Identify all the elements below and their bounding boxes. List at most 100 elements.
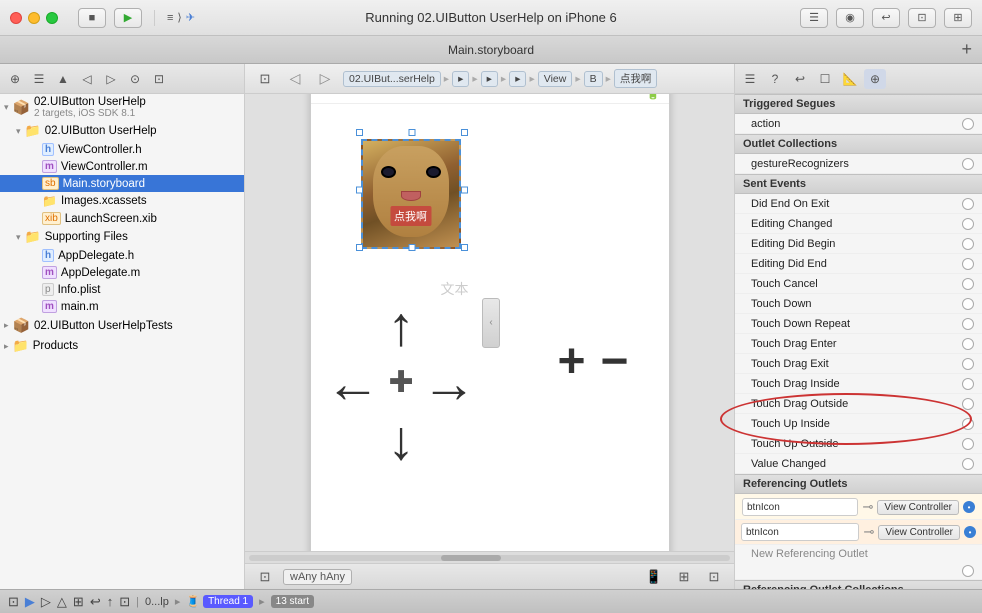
event-circle[interactable] <box>962 458 974 470</box>
attributes-inspector-button[interactable]: ☐ <box>814 69 836 89</box>
horizontal-scrollbar[interactable] <box>245 551 734 563</box>
nav-b[interactable]: B <box>584 71 603 87</box>
scrollbar-thumb[interactable] <box>441 555 501 561</box>
event-circle[interactable] <box>962 238 974 250</box>
layout-button-5[interactable]: ⊞ <box>944 8 972 28</box>
file-inspector-button[interactable]: ☰ <box>739 69 761 89</box>
tree-item-supporting-files[interactable]: 📁 Supporting Files <box>0 227 244 247</box>
status-icon-frame[interactable]: ⊡ <box>8 594 19 610</box>
text-placeholder[interactable]: 文本 <box>441 279 469 299</box>
referencing-outlets-header: Referencing Outlets <box>735 474 982 494</box>
minimize-button[interactable] <box>28 12 40 24</box>
device-tool[interactable]: 📱 <box>642 567 666 587</box>
event-circle[interactable] <box>962 418 974 430</box>
tree-item-infoplist[interactable]: p Info.plist <box>0 281 244 298</box>
run-button[interactable]: ▶ <box>114 8 142 28</box>
frame-tool[interactable]: ⊡ <box>253 567 277 587</box>
add-tab-button[interactable]: + <box>961 39 972 60</box>
status-icon-up[interactable]: ↑ <box>107 594 114 609</box>
connections-inspector-button[interactable]: ⊕ <box>864 69 886 89</box>
event-circle[interactable] <box>962 338 974 350</box>
tree-item-project[interactable]: 📦 02.UIButton UserHelp 2 targets, iOS SD… <box>0 94 244 121</box>
event-circle[interactable] <box>962 358 974 370</box>
status-icon-back[interactable]: ↩ <box>90 594 101 610</box>
diff-button[interactable]: ▷ <box>100 69 122 89</box>
sort-button[interactable]: ☰ <box>28 69 50 89</box>
stop-button[interactable]: ■ <box>78 8 106 28</box>
nav-3[interactable]: ▸ <box>509 71 526 87</box>
close-button[interactable] <box>10 12 22 24</box>
nav-back-button[interactable]: ◁ <box>283 69 307 89</box>
event-circle[interactable] <box>962 258 974 270</box>
layout-button-2[interactable]: ◉ <box>836 8 864 28</box>
left-arrow: ← <box>326 356 381 411</box>
tree-item-tests[interactable]: 📦 02.UIButton UserHelpTests <box>0 315 244 336</box>
layout-button-3[interactable]: ↩ <box>872 8 900 28</box>
tree-item-main-storyboard[interactable]: sb Main.storyboard <box>0 175 244 192</box>
tree-item-group[interactable]: 📁 02.UIButton UserHelp <box>0 121 244 141</box>
event-circle[interactable] <box>962 218 974 230</box>
nav-2[interactable]: ▸ <box>481 71 498 87</box>
event-circle[interactable] <box>962 198 974 210</box>
layout-button-1[interactable]: ☰ <box>800 8 828 28</box>
gesture-circle[interactable] <box>962 158 974 170</box>
status-icon-grid[interactable]: ⊞ <box>73 594 84 610</box>
nav-1[interactable]: ▸ <box>452 71 469 87</box>
tree-item-viewcontroller-m[interactable]: m ViewController.m <box>0 158 244 175</box>
collapse-left-button[interactable]: ‹ <box>482 298 500 348</box>
identity-inspector-button[interactable]: ↩ <box>789 69 811 89</box>
add-file-button[interactable]: ⊕ <box>4 69 26 89</box>
status-icon-play[interactable]: ▶ <box>25 594 35 610</box>
handle-tm[interactable] <box>408 129 415 136</box>
filter-button[interactable]: ▲ <box>52 69 74 89</box>
action-circle[interactable] <box>962 118 974 130</box>
title-bar-controls: ■ ▶ ≡ ⟩ ✈ <box>78 8 195 28</box>
image-button[interactable]: 点我啊 <box>361 139 461 249</box>
tree-item-viewcontroller-h[interactable]: h ViewController.h <box>0 141 244 158</box>
handle-mr[interactable] <box>461 186 468 193</box>
maximize-button[interactable] <box>46 12 58 24</box>
handle-tr[interactable] <box>461 129 468 136</box>
tree-item-appdelegate-m[interactable]: m AppDelegate.m <box>0 264 244 281</box>
event-circle[interactable] <box>962 398 974 410</box>
constraint-tool[interactable]: ⊡ <box>702 567 726 587</box>
canvas-scroll[interactable]: 🔋 点我啊 <box>245 94 734 551</box>
recent-button[interactable]: ⊡ <box>148 69 170 89</box>
handle-tl[interactable] <box>356 129 363 136</box>
event-circle[interactable] <box>962 278 974 290</box>
outlet-dot-2[interactable] <box>964 526 976 538</box>
outlet-input-2[interactable] <box>741 523 859 541</box>
tab-title[interactable]: Main.storyboard <box>448 43 534 57</box>
plus-icon[interactable]: + <box>557 334 585 389</box>
tree-item-main-m[interactable]: m main.m <box>0 298 244 315</box>
nav-chinese[interactable]: 点我啊 <box>614 69 658 88</box>
status-icon-delta[interactable]: △ <box>57 594 67 610</box>
event-circle[interactable] <box>962 318 974 330</box>
tree-item-launchscreen[interactable]: xib LaunchScreen.xib <box>0 210 244 227</box>
status-icon-options[interactable]: ⊡ <box>119 594 130 610</box>
event-circle[interactable] <box>962 378 974 390</box>
layout-tool[interactable]: ⊞ <box>672 567 696 587</box>
tree-item-appdelegate-h[interactable]: h AppDelegate.h <box>0 247 244 264</box>
new-referencing-outlet[interactable]: New Referencing Outlet <box>735 545 982 563</box>
layout-button-4[interactable]: ⊡ <box>908 8 936 28</box>
nav-view[interactable]: View <box>538 71 573 87</box>
handle-br[interactable] <box>461 244 468 251</box>
quick-help-button[interactable]: ? <box>764 69 786 89</box>
outlet-dot-1[interactable] <box>963 501 975 513</box>
tree-item-products[interactable]: 📁 Products <box>0 336 244 356</box>
frame-toggle-button[interactable]: ⊡ <box>253 69 277 89</box>
size-inspector-button[interactable]: 📐 <box>839 69 861 89</box>
new-outlet-circle[interactable] <box>962 565 974 577</box>
nav-project[interactable]: 02.UIBut...serHelp <box>343 71 441 87</box>
search-button[interactable]: ⊙ <box>124 69 146 89</box>
scheme-selector[interactable]: ≡ ⟩ ✈ <box>167 11 195 24</box>
hierarchy-button[interactable]: ◁ <box>76 69 98 89</box>
outlet-input-1[interactable] <box>742 498 858 516</box>
event-circle[interactable] <box>962 438 974 450</box>
nav-forward-button[interactable]: ▷ <box>313 69 337 89</box>
event-circle[interactable] <box>962 298 974 310</box>
tree-item-images[interactable]: 📁 Images.xcassets <box>0 192 244 210</box>
status-icon-next[interactable]: ▷ <box>41 594 51 610</box>
minus-icon[interactable]: − <box>600 334 628 389</box>
